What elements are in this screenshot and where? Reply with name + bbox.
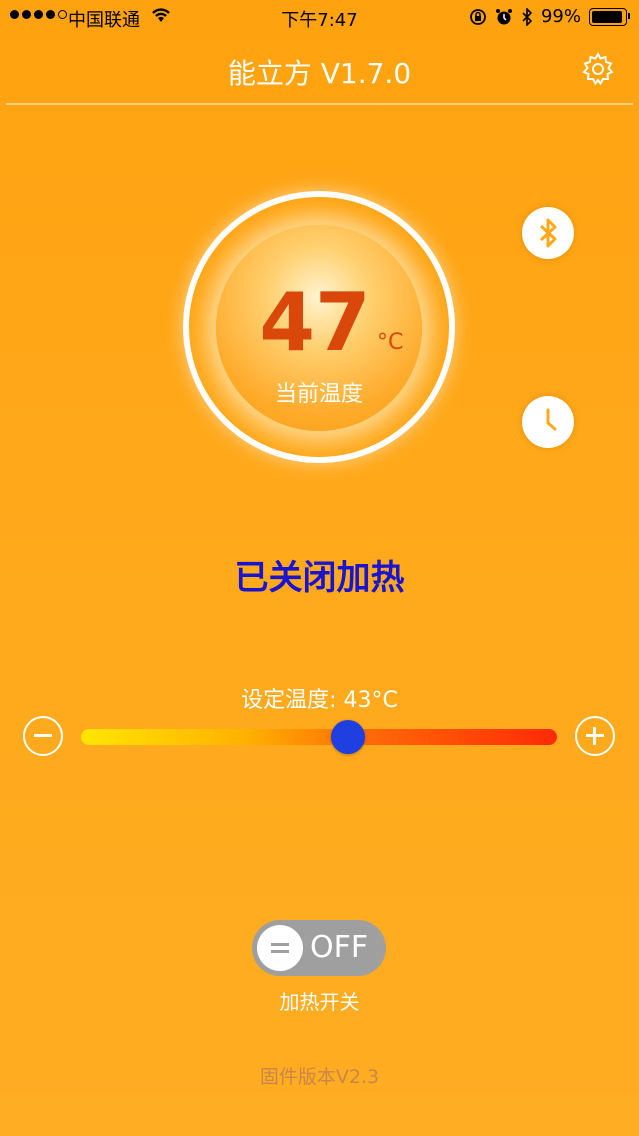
decrease-temperature-button[interactable]: [23, 716, 63, 756]
orientation-lock-icon: [470, 8, 486, 25]
bluetooth-icon: [539, 218, 557, 248]
app-title: 能立方 V1.7.0: [227, 57, 412, 90]
alarm-icon: [495, 8, 512, 24]
increase-temperature-button[interactable]: [575, 716, 615, 756]
temperature-slider-track[interactable]: [81, 729, 557, 745]
toggle-knob[interactable]: [257, 925, 303, 971]
toggle-state-text: OFF: [310, 930, 369, 965]
battery-percent: 99%: [540, 6, 581, 27]
heating-status-text: 已关闭加热: [234, 558, 405, 598]
firmware-version: 固件版本V2.3: [259, 1066, 380, 1088]
current-temperature-value: 47: [259, 276, 371, 369]
bluetooth-button[interactable]: [522, 207, 574, 259]
battery-icon: [589, 7, 630, 26]
minus-icon: [34, 734, 52, 737]
nav-bar: 能立方 V1.7.0: [0, 34, 639, 104]
bluetooth-status-icon: [522, 7, 533, 26]
clock-icon: [546, 408, 557, 431]
settings-gear-icon[interactable]: [581, 52, 615, 86]
temperature-unit: °C: [377, 330, 404, 355]
heating-toggle-label: 加热开关: [279, 990, 360, 1014]
set-temperature-label: 设定温度: 43°C: [241, 688, 398, 713]
status-bar: 中国联通 下午7:47 99%: [0, 0, 639, 34]
status-right-group: 99%: [469, 6, 630, 27]
header-divider: [6, 103, 633, 105]
timer-button[interactable]: [522, 396, 574, 448]
heating-toggle-switch[interactable]: OFF: [252, 920, 386, 976]
current-temperature-label: 当前温度: [274, 382, 363, 407]
temperature-slider-thumb[interactable]: [330, 720, 365, 754]
